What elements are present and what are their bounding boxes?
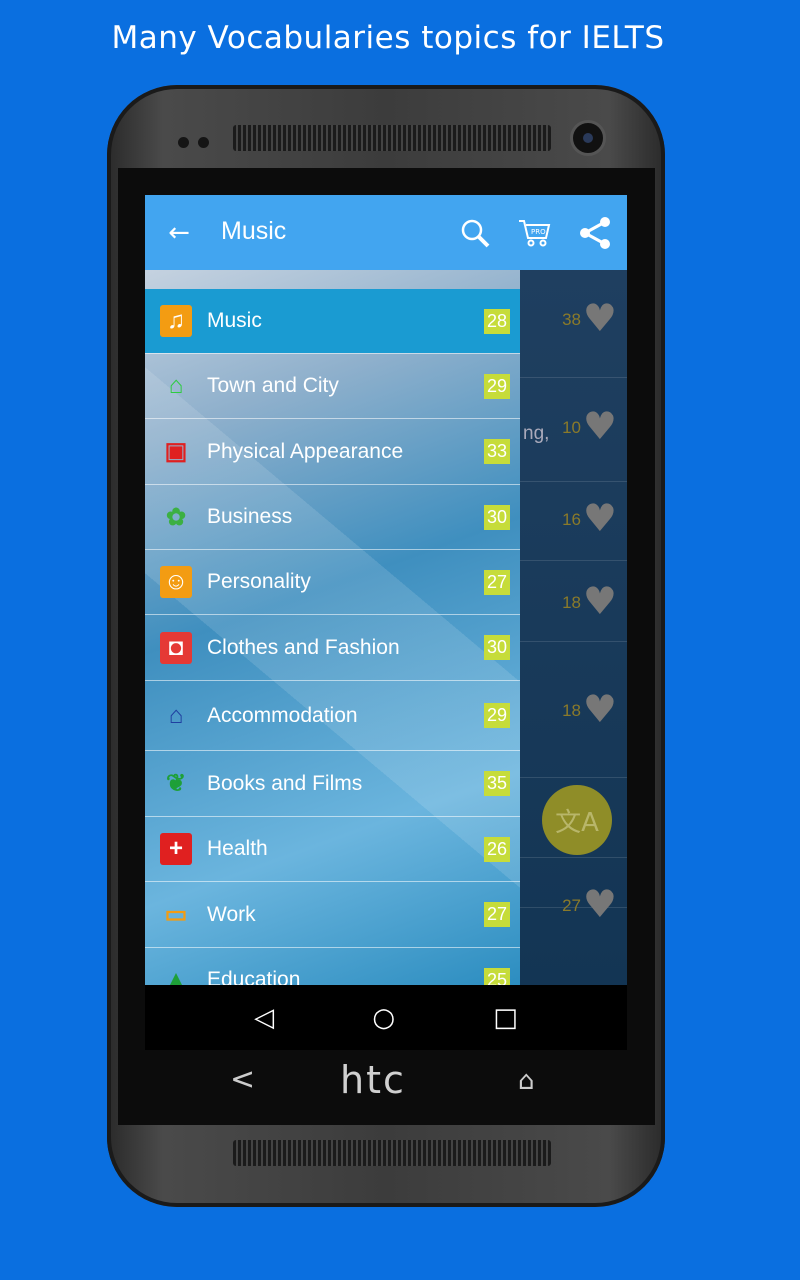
heart-icon[interactable]: ♥ (583, 690, 617, 728)
word-count: 18 (562, 593, 581, 612)
nav-home-icon[interactable]: ○ (372, 1003, 395, 1033)
drawer-item-label: Town and City (207, 374, 339, 397)
count-badge: 25 (483, 967, 510, 985)
top-speaker-grill (233, 125, 551, 151)
monitor-icon: ▭ (164, 901, 188, 928)
heart-icon[interactable]: ♥ (583, 299, 617, 337)
chip-icon: ▣ (164, 438, 188, 465)
drawer-item-label: Physical Appearance (207, 439, 404, 463)
count-badge: 33 (483, 439, 510, 464)
drawer-item[interactable]: ⌂ Town and City 29 (145, 353, 520, 418)
sensor-dot (178, 137, 189, 148)
shopping-bag-icon: ◘ (160, 631, 192, 664)
android-nav-bar: ◁ ○ □ (145, 985, 627, 1050)
hardware-back-icon[interactable]: < (230, 1062, 255, 1097)
film-reel-icon: ✿ (165, 503, 187, 531)
headline: Many Vocabularies topics for IELTS (111, 20, 665, 56)
count-badge: 26 (483, 836, 510, 862)
front-camera (570, 120, 606, 156)
cabin-icon: ⌂ (168, 701, 184, 729)
drawer-item[interactable]: ♫ Music 28 (145, 289, 520, 353)
navigation-drawer: ♫ Music 28 ⌂ Town and City 29 ▣ Physical Appear… (145, 270, 520, 985)
sensor-dot (198, 137, 209, 148)
word-count: 27 (562, 896, 581, 915)
medical-add-icon: + (160, 833, 192, 865)
toolbar: ← Music PRO (145, 195, 627, 270)
drawer-item[interactable]: ✿ Business 30 (145, 484, 520, 549)
nav-recent-icon[interactable]: □ (493, 1003, 518, 1033)
translate-icon: 文A (555, 807, 599, 838)
count-badge: 29 (483, 373, 510, 399)
reader-icon: ❦ (165, 770, 187, 797)
drawer-item-label: Education (207, 968, 301, 985)
brand-logo: htc (340, 1058, 406, 1102)
heart-icon[interactable]: ♥ (583, 885, 617, 923)
back-arrow-icon[interactable]: ← (159, 213, 199, 253)
graduation-cap-icon: ▲ (164, 966, 188, 985)
count-badge: 28 (483, 308, 510, 334)
count-badge: 30 (483, 635, 510, 660)
contact-icon: ☺ (160, 566, 192, 598)
row-snippet: ng, (523, 423, 550, 444)
drawer-item[interactable]: ◘ Clothes and Fashion 30 (145, 614, 520, 680)
drawer-item[interactable]: ▲ Education 25 (145, 947, 520, 985)
drawer-item[interactable]: ▣ Physical Appearance 33 (145, 418, 520, 484)
word-count: 10 (562, 418, 581, 437)
count-badge: 27 (483, 569, 510, 595)
search-icon[interactable] (455, 213, 495, 253)
bank-icon: ⌂ (168, 372, 184, 399)
heart-icon[interactable]: ♥ (583, 407, 617, 445)
drawer-item[interactable]: ▭ Work 27 (145, 881, 520, 947)
drawer-item-label: Work (207, 902, 256, 926)
hardware-home-icon[interactable]: ⌂ (518, 1066, 535, 1096)
drawer-item-label: Accommodation (207, 703, 358, 727)
heart-icon[interactable]: ♥ (583, 499, 617, 537)
drawer-item-label: Personality (207, 570, 311, 593)
app-screen: ← Music PRO 38 ♥ 10 ♥ ng, 16 ♥ 18 ♥ 18 ♥ 27 ♥ 文A ♫ Mu… (145, 195, 627, 1050)
drawer-item-label: Business (207, 505, 293, 528)
count-badge: 35 (483, 771, 510, 796)
count-badge: 27 (483, 902, 510, 927)
translate-fab[interactable]: 文A (542, 785, 612, 855)
share-icon[interactable] (575, 213, 615, 253)
drawer-item[interactable]: ☺ Personality 27 (145, 549, 520, 614)
word-count: 16 (562, 510, 581, 529)
cart-pro-icon[interactable]: PRO (515, 213, 555, 253)
nav-back-icon[interactable]: ◁ (254, 1003, 274, 1033)
drawer-item-label: Music (207, 309, 262, 332)
word-count: 38 (562, 310, 581, 329)
drawer-item[interactable]: ⌂ Accommodation 29 (145, 680, 520, 750)
svg-text:PRO: PRO (531, 228, 546, 236)
word-count: 18 (562, 701, 581, 720)
drawer-item-label: Health (207, 837, 268, 860)
page-title: Music (221, 217, 287, 245)
heart-icon[interactable]: ♥ (583, 582, 617, 620)
bottom-speaker-grill (233, 1140, 551, 1166)
drawer-item[interactable]: ❦ Books and Films 35 (145, 750, 520, 816)
count-badge: 30 (483, 504, 510, 530)
drawer-item[interactable]: + Health 26 (145, 816, 520, 881)
count-badge: 29 (483, 703, 510, 728)
drawer-item-label: Books and Films (207, 771, 363, 795)
drawer-item-label: Clothes and Fashion (207, 635, 400, 659)
music-library-icon: ♫ (160, 305, 192, 337)
